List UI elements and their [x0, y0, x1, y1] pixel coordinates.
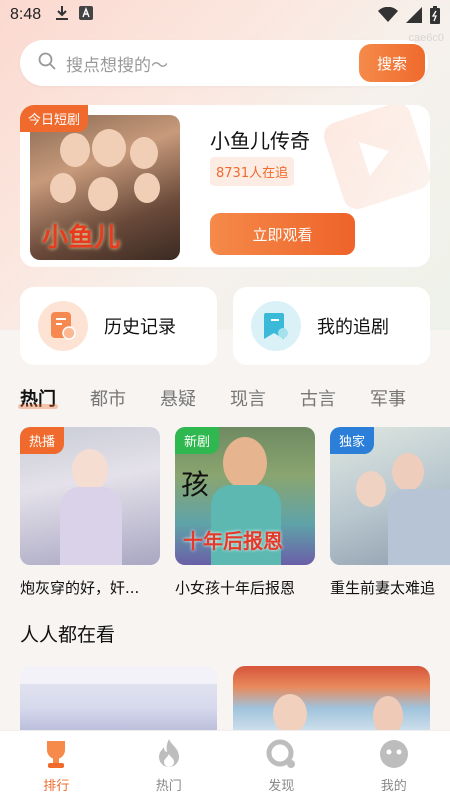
search-input[interactable]: 搜点想搜的～ — [66, 51, 168, 76]
bookmark-icon — [251, 301, 301, 351]
tab-mine-label: 我的 — [380, 779, 407, 794]
my-dramas-label: 我的追剧 — [317, 317, 389, 338]
poster-title-art: 小鱼儿 — [42, 223, 121, 253]
poster-text-bottom: 十年后报恩 — [183, 529, 283, 553]
play-decoration-icon — [320, 105, 430, 213]
exclusive-badge: 独家 — [330, 427, 375, 454]
drama-list: 热播 炮灰穿的好，奸... 孩 十年后报恩 新剧 小女孩十年后报恩 独家 重生前… — [20, 427, 450, 607]
my-dramas-button[interactable]: 我的追剧 — [233, 287, 430, 365]
signal-icon — [406, 7, 422, 27]
drama-title[interactable]: 小鱼儿传奇 — [210, 125, 310, 154]
drama-card[interactable]: 独家 重生前妻太难追 — [330, 427, 450, 598]
drama-thumbnail[interactable]: 孩 十年后报恩 新剧 — [175, 427, 315, 565]
drama-title[interactable]: 小女孩十年后报恩 — [175, 577, 315, 598]
drama-card[interactable] — [233, 666, 430, 736]
drama-thumbnail[interactable]: 热播 — [20, 427, 160, 565]
trophy-icon — [40, 737, 72, 771]
hot-badge: 热播 — [20, 427, 65, 454]
follower-count: 8731人在追 — [210, 157, 295, 186]
tab-hot-label: 热门 — [155, 779, 182, 794]
poster-text-top: 孩 — [181, 468, 210, 501]
search-bar[interactable]: 搜点想搜的～ 搜索 — [20, 40, 428, 86]
drama-thumbnail[interactable]: 独家 — [330, 427, 450, 565]
search-icon — [38, 52, 56, 74]
download-icon — [55, 5, 69, 25]
tab-ranking[interactable]: 排行 — [0, 731, 113, 800]
drama-card[interactable] — [20, 666, 217, 736]
watch-now-button[interactable]: 立即观看 — [210, 213, 355, 255]
history-label: 历史记录 — [104, 317, 176, 338]
drama-card[interactable]: 孩 十年后报恩 新剧 小女孩十年后报恩 — [175, 427, 315, 598]
bottom-tab-bar: 排行 热门 发现 我的 — [0, 730, 450, 800]
drama-card[interactable]: 热播 炮灰穿的好，奸... — [20, 427, 160, 598]
profile-icon — [378, 737, 410, 771]
history-button[interactable]: 历史记录 — [20, 287, 217, 365]
tab-discover-label: 发现 — [268, 779, 295, 794]
today-drama-tag: 今日短剧 — [20, 105, 89, 132]
tab-city[interactable]: 都市 — [90, 385, 126, 411]
tab-hot[interactable]: 热门 — [18, 385, 58, 411]
status-bar: 8:48 — [0, 0, 450, 30]
tab-suspense[interactable]: 悬疑 — [160, 385, 196, 411]
section-title: 人人都在看 — [20, 624, 116, 646]
category-tabs: 热门 都市 悬疑 现言 古言 军事 — [18, 383, 450, 413]
discover-icon — [265, 737, 297, 771]
new-badge: 新剧 — [175, 427, 220, 454]
drama-title[interactable]: 重生前妻太难追 — [330, 577, 450, 598]
tab-military[interactable]: 军事 — [370, 385, 406, 411]
flame-icon — [155, 737, 183, 771]
search-button[interactable]: 搜索 — [359, 44, 425, 82]
tab-discover[interactable]: 发现 — [225, 731, 338, 800]
tab-ranking-label: 排行 — [43, 779, 70, 794]
tab-mine[interactable]: 我的 — [338, 731, 450, 800]
wifi-icon — [378, 6, 398, 27]
tab-hot-bottom[interactable]: 热门 — [113, 731, 226, 800]
status-time: 8:48 — [10, 6, 42, 23]
drama-title[interactable]: 炮灰穿的好，奸... — [20, 577, 160, 598]
tab-ancient-romance[interactable]: 古言 — [300, 385, 336, 411]
drama-poster[interactable]: 小鱼儿 — [30, 115, 180, 260]
tab-modern-romance[interactable]: 现言 — [230, 385, 266, 411]
history-icon — [38, 301, 88, 351]
battery-icon — [430, 6, 440, 28]
app-notification-icon — [79, 6, 94, 24]
today-drama-card[interactable]: 小鱼儿 今日短剧 小鱼儿传奇 8731人在追 立即观看 — [20, 105, 430, 267]
